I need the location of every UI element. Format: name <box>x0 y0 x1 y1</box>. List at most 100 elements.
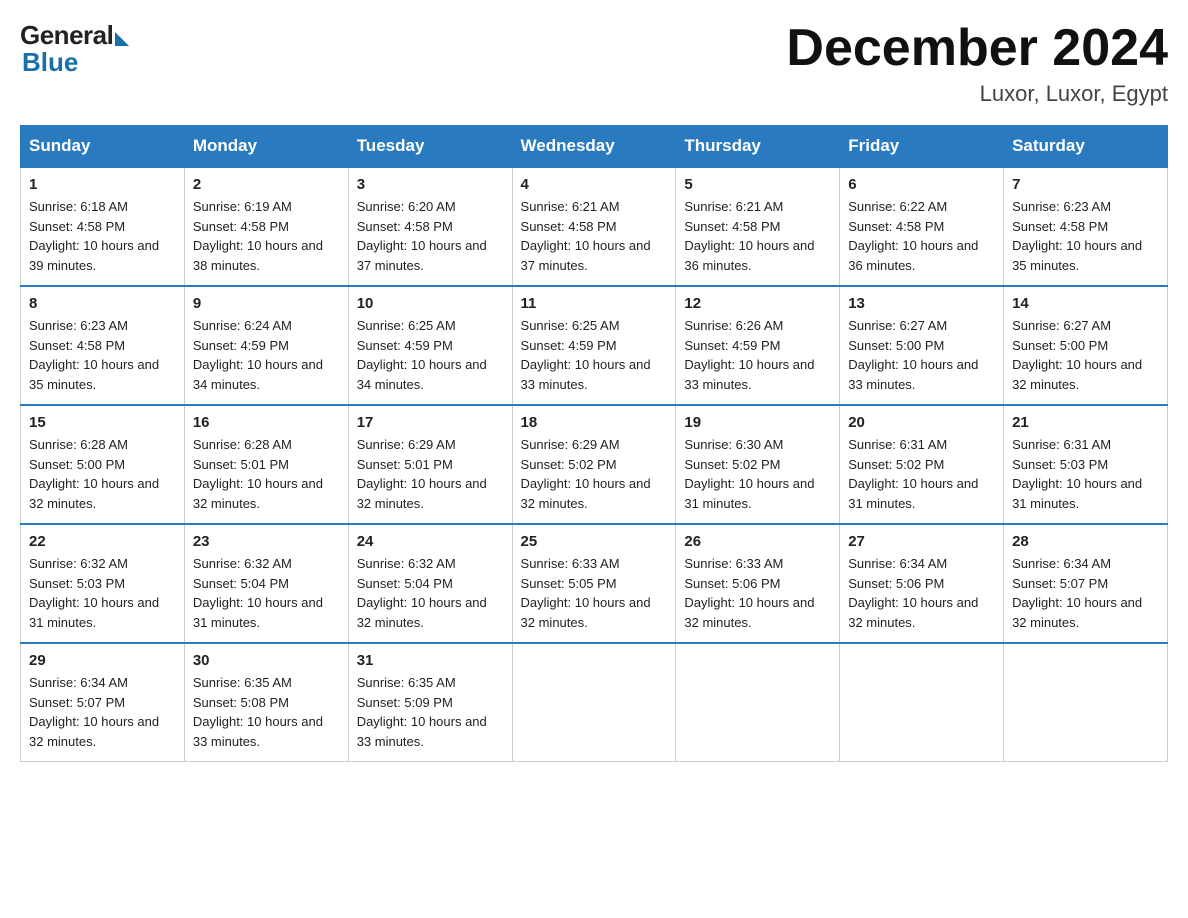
calendar-cell: 26 Sunrise: 6:33 AMSunset: 5:06 PMDayligh… <box>676 524 840 643</box>
calendar-cell: 4 Sunrise: 6:21 AMSunset: 4:58 PMDaylight… <box>512 167 676 286</box>
calendar-cell: 6 Sunrise: 6:22 AMSunset: 4:58 PMDaylight… <box>840 167 1004 286</box>
day-number: 25 <box>521 533 668 550</box>
calendar-cell: 3 Sunrise: 6:20 AMSunset: 4:58 PMDaylight… <box>348 167 512 286</box>
day-number: 7 <box>1012 176 1159 193</box>
calendar-cell: 16 Sunrise: 6:28 AMSunset: 5:01 PMDayligh… <box>184 405 348 524</box>
day-info: Sunrise: 6:34 AMSunset: 5:07 PMDaylight:… <box>29 673 176 751</box>
day-info: Sunrise: 6:18 AMSunset: 4:58 PMDaylight:… <box>29 197 176 275</box>
calendar-cell: 22 Sunrise: 6:32 AMSunset: 5:03 PMDayligh… <box>21 524 185 643</box>
day-number: 12 <box>684 295 831 312</box>
logo-blue-text: Blue <box>22 47 78 78</box>
day-number: 23 <box>193 533 340 550</box>
day-number: 30 <box>193 652 340 669</box>
day-info: Sunrise: 6:31 AMSunset: 5:02 PMDaylight:… <box>848 435 995 513</box>
day-number: 3 <box>357 176 504 193</box>
day-info: Sunrise: 6:34 AMSunset: 5:07 PMDaylight:… <box>1012 554 1159 632</box>
calendar-cell: 21 Sunrise: 6:31 AMSunset: 5:03 PMDayligh… <box>1004 405 1168 524</box>
calendar-cell <box>1004 643 1168 762</box>
day-number: 5 <box>684 176 831 193</box>
day-number: 11 <box>521 295 668 312</box>
day-number: 17 <box>357 414 504 431</box>
day-info: Sunrise: 6:25 AMSunset: 4:59 PMDaylight:… <box>521 316 668 394</box>
day-number: 8 <box>29 295 176 312</box>
calendar-cell: 11 Sunrise: 6:25 AMSunset: 4:59 PMDayligh… <box>512 286 676 405</box>
calendar-cell: 17 Sunrise: 6:29 AMSunset: 5:01 PMDayligh… <box>348 405 512 524</box>
day-info: Sunrise: 6:21 AMSunset: 4:58 PMDaylight:… <box>521 197 668 275</box>
day-info: Sunrise: 6:29 AMSunset: 5:02 PMDaylight:… <box>521 435 668 513</box>
logo-arrow-icon <box>115 32 129 46</box>
day-info: Sunrise: 6:30 AMSunset: 5:02 PMDaylight:… <box>684 435 831 513</box>
calendar-cell: 9 Sunrise: 6:24 AMSunset: 4:59 PMDaylight… <box>184 286 348 405</box>
day-number: 6 <box>848 176 995 193</box>
day-info: Sunrise: 6:31 AMSunset: 5:03 PMDaylight:… <box>1012 435 1159 513</box>
calendar-week-row: 1 Sunrise: 6:18 AMSunset: 4:58 PMDaylight… <box>21 167 1168 286</box>
weekday-header-sunday: Sunday <box>21 126 185 168</box>
calendar-cell: 13 Sunrise: 6:27 AMSunset: 5:00 PMDayligh… <box>840 286 1004 405</box>
day-info: Sunrise: 6:33 AMSunset: 5:05 PMDaylight:… <box>521 554 668 632</box>
day-number: 24 <box>357 533 504 550</box>
calendar-cell: 31 Sunrise: 6:35 AMSunset: 5:09 PMDayligh… <box>348 643 512 762</box>
day-info: Sunrise: 6:32 AMSunset: 5:04 PMDaylight:… <box>357 554 504 632</box>
calendar-cell: 2 Sunrise: 6:19 AMSunset: 4:58 PMDaylight… <box>184 167 348 286</box>
day-number: 22 <box>29 533 176 550</box>
calendar-cell: 23 Sunrise: 6:32 AMSunset: 5:04 PMDayligh… <box>184 524 348 643</box>
weekday-header-row: SundayMondayTuesdayWednesdayThursdayFrid… <box>21 126 1168 168</box>
day-info: Sunrise: 6:19 AMSunset: 4:58 PMDaylight:… <box>193 197 340 275</box>
weekday-header-thursday: Thursday <box>676 126 840 168</box>
calendar-cell: 1 Sunrise: 6:18 AMSunset: 4:58 PMDaylight… <box>21 167 185 286</box>
weekday-header-wednesday: Wednesday <box>512 126 676 168</box>
day-number: 29 <box>29 652 176 669</box>
day-info: Sunrise: 6:29 AMSunset: 5:01 PMDaylight:… <box>357 435 504 513</box>
calendar-cell: 15Sunrise: 6:28 AMSunset: 5:00 PMDayligh… <box>21 405 185 524</box>
day-number: 9 <box>193 295 340 312</box>
day-info: Sunrise: 6:27 AMSunset: 5:00 PMDaylight:… <box>1012 316 1159 394</box>
day-number: 14 <box>1012 295 1159 312</box>
day-number: 2 <box>193 176 340 193</box>
calendar-cell: 24 Sunrise: 6:32 AMSunset: 5:04 PMDayligh… <box>348 524 512 643</box>
location-text: Luxor, Luxor, Egypt <box>786 81 1168 107</box>
day-info: Sunrise: 6:35 AMSunset: 5:09 PMDaylight:… <box>357 673 504 751</box>
day-number: 21 <box>1012 414 1159 431</box>
day-number: 26 <box>684 533 831 550</box>
day-number: 13 <box>848 295 995 312</box>
day-info: Sunrise: 6:24 AMSunset: 4:59 PMDaylight:… <box>193 316 340 394</box>
day-number: 19 <box>684 414 831 431</box>
day-info: Sunrise: 6:22 AMSunset: 4:58 PMDaylight:… <box>848 197 995 275</box>
calendar-week-row: 8Sunrise: 6:23 AMSunset: 4:58 PMDaylight… <box>21 286 1168 405</box>
day-number: 28 <box>1012 533 1159 550</box>
day-number: 27 <box>848 533 995 550</box>
day-number: 20 <box>848 414 995 431</box>
day-info: Sunrise: 6:27 AMSunset: 5:00 PMDaylight:… <box>848 316 995 394</box>
day-number: 18 <box>521 414 668 431</box>
weekday-header-saturday: Saturday <box>1004 126 1168 168</box>
calendar-week-row: 22 Sunrise: 6:32 AMSunset: 5:03 PMDayligh… <box>21 524 1168 643</box>
calendar-cell <box>840 643 1004 762</box>
day-info: Sunrise: 6:20 AMSunset: 4:58 PMDaylight:… <box>357 197 504 275</box>
calendar-cell: 28 Sunrise: 6:34 AMSunset: 5:07 PMDayligh… <box>1004 524 1168 643</box>
day-info: Sunrise: 6:32 AMSunset: 5:03 PMDaylight:… <box>29 554 176 632</box>
day-info: Sunrise: 6:33 AMSunset: 5:06 PMDaylight:… <box>684 554 831 632</box>
calendar-cell <box>512 643 676 762</box>
calendar-cell: 30Sunrise: 6:35 AMSunset: 5:08 PMDayligh… <box>184 643 348 762</box>
day-info: Sunrise: 6:32 AMSunset: 5:04 PMDaylight:… <box>193 554 340 632</box>
day-info: Sunrise: 6:28 AMSunset: 5:01 PMDaylight:… <box>193 435 340 513</box>
calendar-cell: 5 Sunrise: 6:21 AMSunset: 4:58 PMDaylight… <box>676 167 840 286</box>
day-info: Sunrise: 6:21 AMSunset: 4:58 PMDaylight:… <box>684 197 831 275</box>
day-number: 15 <box>29 414 176 431</box>
calendar-cell: 29 Sunrise: 6:34 AMSunset: 5:07 PMDayligh… <box>21 643 185 762</box>
calendar-cell: 25 Sunrise: 6:33 AMSunset: 5:05 PMDayligh… <box>512 524 676 643</box>
month-title: December 2024 <box>786 20 1168 77</box>
calendar-week-row: 29 Sunrise: 6:34 AMSunset: 5:07 PMDayligh… <box>21 643 1168 762</box>
day-number: 31 <box>357 652 504 669</box>
day-number: 16 <box>193 414 340 431</box>
calendar-cell: 8Sunrise: 6:23 AMSunset: 4:58 PMDaylight… <box>21 286 185 405</box>
calendar-cell: 18 Sunrise: 6:29 AMSunset: 5:02 PMDayligh… <box>512 405 676 524</box>
calendar-cell: 7 Sunrise: 6:23 AMSunset: 4:58 PMDaylight… <box>1004 167 1168 286</box>
day-number: 4 <box>521 176 668 193</box>
day-number: 1 <box>29 176 176 193</box>
weekday-header-monday: Monday <box>184 126 348 168</box>
weekday-header-tuesday: Tuesday <box>348 126 512 168</box>
calendar-cell: 27Sunrise: 6:34 AMSunset: 5:06 PMDayligh… <box>840 524 1004 643</box>
day-info: Sunrise: 6:23 AMSunset: 4:58 PMDaylight:… <box>1012 197 1159 275</box>
logo: General Blue <box>20 20 129 78</box>
